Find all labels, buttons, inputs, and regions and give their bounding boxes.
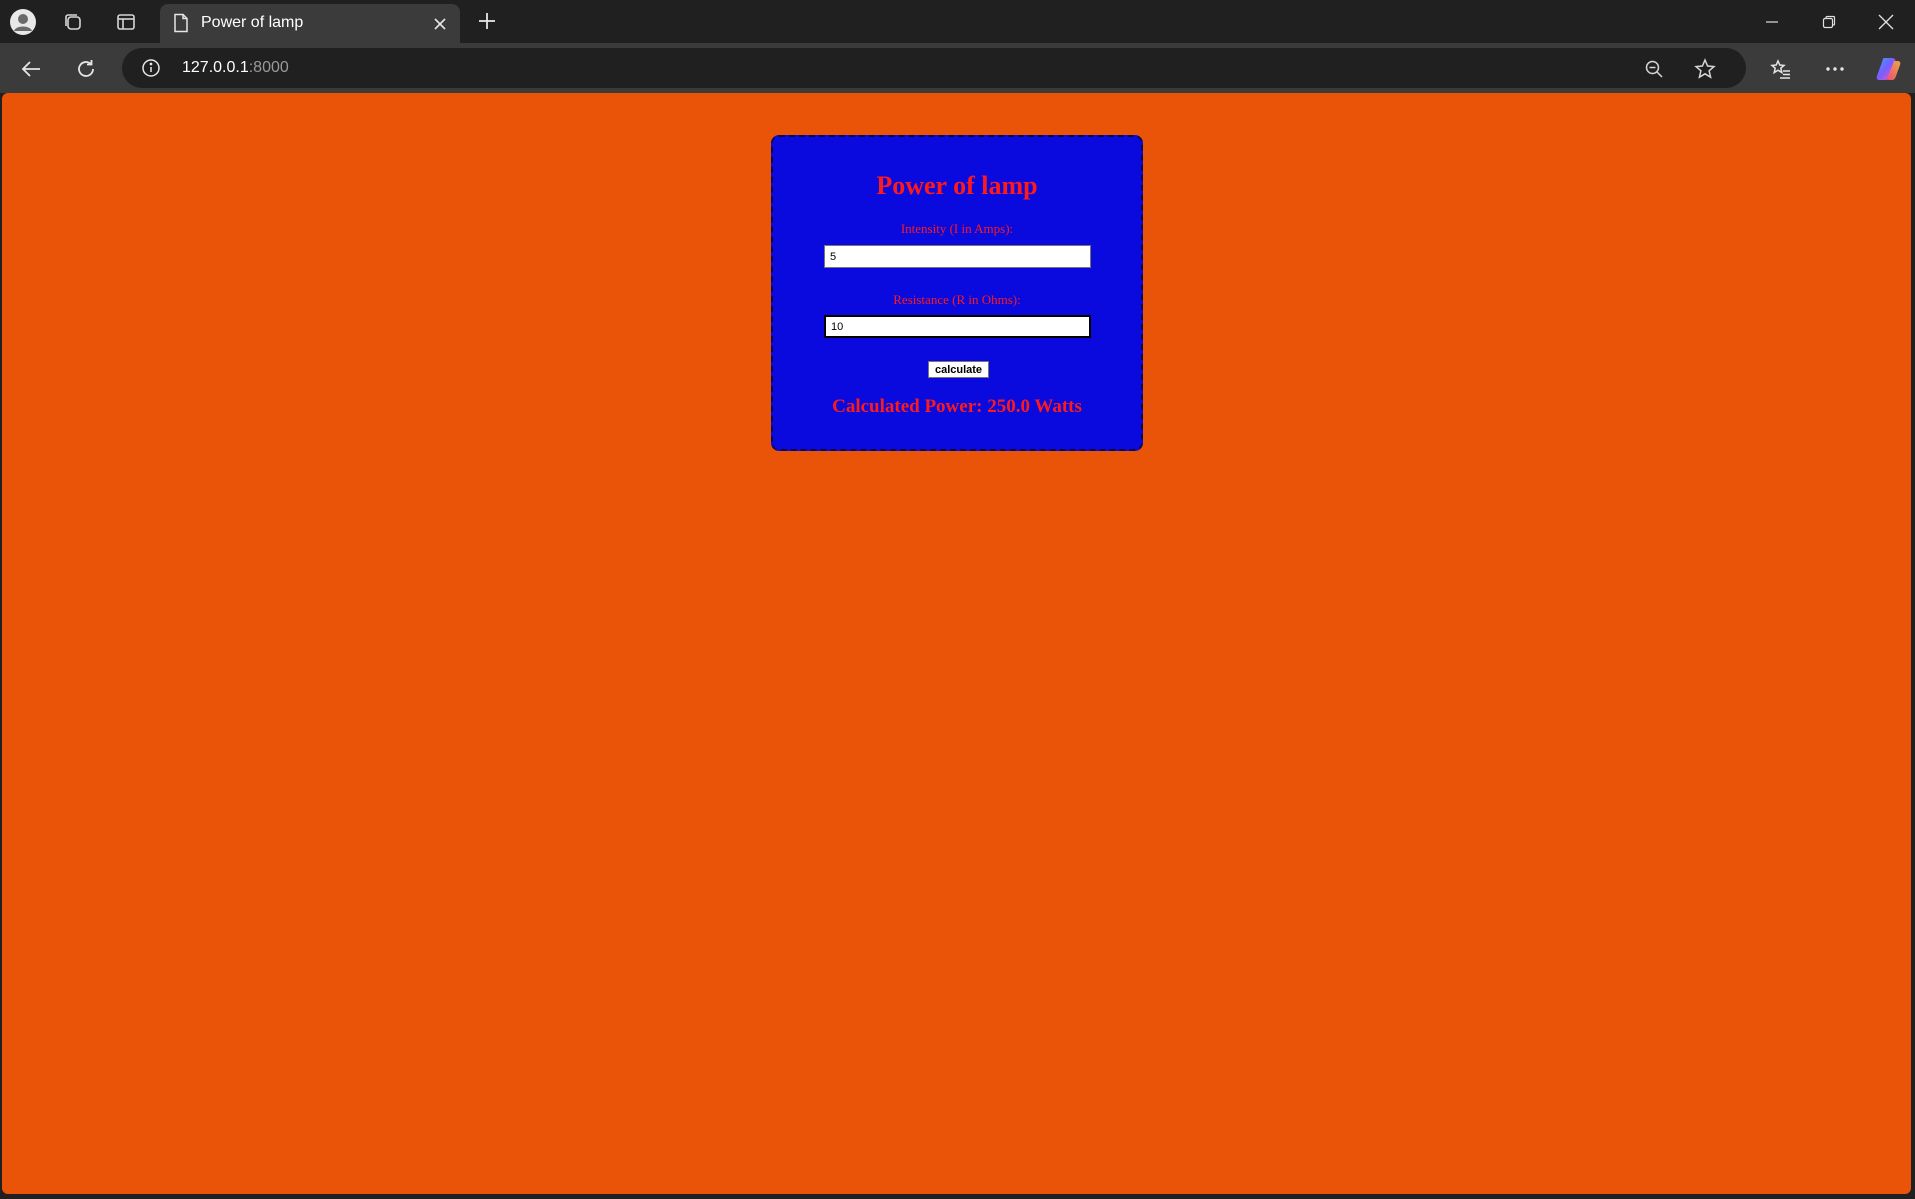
back-arrow-icon xyxy=(21,61,40,77)
new-tab-button[interactable] xyxy=(472,6,502,36)
info-icon[interactable] xyxy=(140,57,162,79)
more-button[interactable] xyxy=(1818,52,1852,86)
tab-title: Power of lamp xyxy=(201,14,304,31)
minimize-button[interactable] xyxy=(1744,0,1800,43)
url-port: :8000 xyxy=(248,59,289,76)
collections-icon[interactable] xyxy=(59,8,87,36)
copilot-icon xyxy=(1876,58,1901,80)
close-window-button[interactable] xyxy=(1858,0,1914,43)
browser-title-bar: Power of lamp xyxy=(0,0,1915,43)
page-title: Power of lamp xyxy=(876,171,1038,200)
url-text: 127.0.0.1:8000 xyxy=(182,59,289,77)
browser-toolbar: 127.0.0.1:8000 xyxy=(0,43,1915,93)
page-icon xyxy=(170,12,192,34)
back-button[interactable] xyxy=(14,52,48,86)
favorites-icon xyxy=(1770,59,1790,79)
zoom-out-icon[interactable] xyxy=(1641,56,1667,82)
page-viewport: Power of lamp Intensity (I in Amps): Res… xyxy=(2,93,1911,1194)
browser-tab[interactable]: Power of lamp xyxy=(160,4,460,43)
calculate-button[interactable]: calculate xyxy=(928,361,989,378)
minimize-icon xyxy=(1766,20,1778,23)
result-text: Calculated Power: 250.0 Watts xyxy=(832,396,1082,417)
restore-icon xyxy=(1822,15,1836,28)
profile-icon[interactable] xyxy=(9,8,37,36)
intensity-label: Intensity (I in Amps): xyxy=(900,221,1014,236)
refresh-button[interactable] xyxy=(69,52,103,86)
star-icon[interactable] xyxy=(1692,56,1718,82)
resistance-input[interactable] xyxy=(824,315,1091,338)
plus-icon xyxy=(479,13,495,29)
close-icon xyxy=(1878,14,1894,29)
restore-button[interactable] xyxy=(1801,0,1857,43)
sidebar-icon[interactable] xyxy=(112,8,140,36)
copilot-button[interactable] xyxy=(1872,52,1906,86)
favorites-button[interactable] xyxy=(1764,52,1798,86)
more-icon xyxy=(1826,67,1844,71)
intensity-input[interactable] xyxy=(824,245,1091,268)
refresh-icon xyxy=(78,60,94,77)
close-icon[interactable] xyxy=(428,12,452,36)
url-host: 127.0.0.1 xyxy=(182,59,249,76)
resistance-label: Resistance (R in Ohms): xyxy=(893,292,1021,307)
address-bar[interactable]: 127.0.0.1:8000 xyxy=(122,48,1746,88)
calculator-card: Power of lamp Intensity (I in Amps): Res… xyxy=(771,135,1143,451)
